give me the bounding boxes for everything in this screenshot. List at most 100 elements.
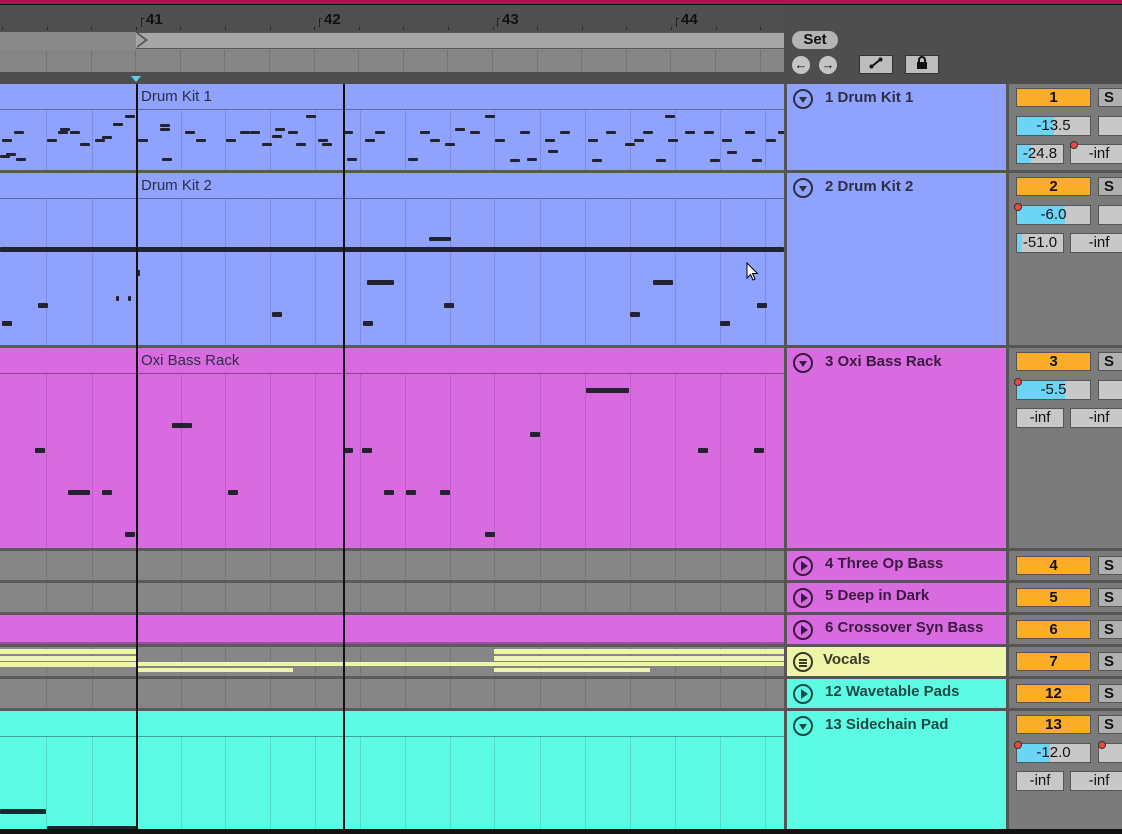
- arrangement-view[interactable]: Drum Kit 1 Drum Kit 2 Oxi Bass Rack: [0, 84, 784, 834]
- track-header-oxi-bass-rack[interactable]: 3 Oxi Bass Rack: [787, 348, 1006, 548]
- midi-note[interactable]: [440, 490, 450, 495]
- set-locator-button[interactable]: Set: [792, 31, 838, 49]
- audio-clip-strip[interactable]: [494, 668, 650, 672]
- fold-toggle-icon[interactable]: [793, 556, 813, 576]
- midi-note[interactable]: [196, 139, 206, 142]
- midi-note[interactable]: [643, 131, 653, 134]
- midi-note[interactable]: [384, 490, 394, 495]
- midi-note[interactable]: [634, 139, 644, 142]
- track-lane-wavetable-pads[interactable]: [0, 679, 784, 708]
- midi-note[interactable]: [470, 131, 480, 134]
- midi-note[interactable]: [510, 159, 520, 162]
- solo-button[interactable]: S: [1098, 588, 1122, 607]
- midi-note[interactable]: [318, 139, 328, 142]
- midi-note[interactable]: [125, 115, 135, 118]
- midi-note[interactable]: [429, 237, 451, 241]
- midi-note[interactable]: [727, 151, 737, 154]
- send-a-field[interactable]: -inf: [1016, 771, 1064, 791]
- track-header-vocals[interactable]: Vocals: [787, 647, 1006, 676]
- midi-note[interactable]: [250, 131, 260, 134]
- track-header-three-op-bass[interactable]: 4 Three Op Bass: [787, 551, 1006, 580]
- midi-note[interactable]: [420, 131, 430, 134]
- midi-note[interactable]: [160, 128, 170, 131]
- track-name[interactable]: 12 Wavetable Pads: [825, 683, 960, 700]
- track-name[interactable]: 6 Crossover Syn Bass: [825, 619, 983, 636]
- send-a-field[interactable]: -inf: [1016, 408, 1064, 428]
- midi-note[interactable]: [653, 280, 673, 285]
- midi-note[interactable]: [606, 131, 616, 134]
- volume-field[interactable]: -6.0: [1016, 205, 1091, 225]
- send-a-field[interactable]: -24.8: [1016, 144, 1064, 164]
- midi-note[interactable]: [363, 321, 373, 326]
- audio-clip-strip[interactable]: [137, 662, 784, 666]
- track-name[interactable]: 2 Drum Kit 2: [825, 178, 913, 195]
- track-name[interactable]: 5 Deep in Dark: [825, 587, 929, 604]
- send-b-field[interactable]: -inf: [1070, 771, 1122, 791]
- track-lane-drum-kit-1[interactable]: Drum Kit 1: [0, 84, 784, 170]
- midi-note[interactable]: [586, 388, 629, 393]
- solo-button[interactable]: S: [1098, 715, 1122, 734]
- track-name[interactable]: 13 Sidechain Pad: [825, 716, 948, 733]
- midi-note[interactable]: [698, 448, 708, 453]
- midi-note[interactable]: [375, 131, 385, 134]
- midi-note[interactable]: [656, 159, 666, 162]
- midi-note[interactable]: [704, 131, 714, 134]
- loop-brace[interactable]: [136, 32, 784, 49]
- volume-field[interactable]: -13.5: [1016, 116, 1091, 136]
- fold-toggle-icon[interactable]: [793, 684, 813, 704]
- solo-button[interactable]: S: [1098, 177, 1122, 196]
- playhead-line[interactable]: [343, 84, 345, 830]
- audio-clip-strip[interactable]: [494, 649, 784, 654]
- pan-field[interactable]: [1098, 116, 1122, 136]
- midi-note[interactable]: [444, 303, 454, 308]
- midi-note[interactable]: [754, 448, 764, 453]
- midi-note[interactable]: [128, 296, 131, 301]
- volume-field[interactable]: -12.0: [1016, 743, 1091, 763]
- fold-toggle-icon[interactable]: [793, 716, 813, 736]
- fold-toggle-icon[interactable]: [793, 588, 813, 608]
- midi-note[interactable]: [16, 158, 26, 161]
- solo-button[interactable]: S: [1098, 652, 1122, 671]
- midi-note[interactable]: [766, 139, 776, 142]
- midi-note[interactable]: [2, 321, 12, 326]
- solo-button[interactable]: S: [1098, 88, 1122, 107]
- midi-note[interactable]: [630, 312, 640, 317]
- midi-note[interactable]: [752, 159, 762, 162]
- midi-note[interactable]: [365, 139, 375, 142]
- pan-field[interactable]: [1098, 205, 1122, 225]
- follow-curve-button[interactable]: [859, 55, 893, 74]
- track-activator-button[interactable]: 12: [1016, 684, 1091, 703]
- lock-envelopes-button[interactable]: [905, 55, 939, 74]
- track-lane-vocals[interactable]: [0, 647, 784, 676]
- track-activator-button[interactable]: 1: [1016, 88, 1091, 107]
- midi-note[interactable]: [228, 490, 238, 495]
- midi-note[interactable]: [530, 432, 540, 437]
- midi-note[interactable]: [495, 139, 505, 142]
- midi-note[interactable]: [272, 135, 282, 138]
- midi-note[interactable]: [367, 280, 394, 285]
- midi-note[interactable]: [0, 809, 46, 814]
- midi-clip-oxi-bass-rack[interactable]: Oxi Bass Rack: [0, 348, 784, 548]
- midi-note[interactable]: [262, 143, 272, 146]
- solo-button[interactable]: S: [1098, 684, 1122, 703]
- solo-button[interactable]: S: [1098, 556, 1122, 575]
- track-activator-button[interactable]: 4: [1016, 556, 1091, 575]
- send-b-field[interactable]: -inf: [1070, 408, 1122, 428]
- midi-note[interactable]: [102, 490, 112, 495]
- group-toggle-icon[interactable]: [793, 652, 813, 672]
- start-marker-icon[interactable]: [131, 76, 141, 82]
- audio-clip-strip[interactable]: [0, 656, 136, 661]
- volume-field[interactable]: -5.5: [1016, 380, 1091, 400]
- midi-note[interactable]: [445, 143, 455, 146]
- midi-note[interactable]: [14, 131, 24, 134]
- midi-note[interactable]: [58, 131, 68, 134]
- midi-note[interactable]: [113, 123, 123, 126]
- send-b-field[interactable]: -inf: [1070, 144, 1122, 164]
- midi-note[interactable]: [406, 490, 416, 495]
- midi-note[interactable]: [35, 448, 45, 453]
- track-lane-drum-kit-2[interactable]: Drum Kit 2: [0, 173, 784, 345]
- track-lane-three-op-bass[interactable]: [0, 551, 784, 580]
- midi-note[interactable]: [125, 532, 135, 537]
- midi-clip-drum-kit-1[interactable]: Drum Kit 1: [0, 84, 784, 170]
- midi-note[interactable]: [95, 139, 105, 142]
